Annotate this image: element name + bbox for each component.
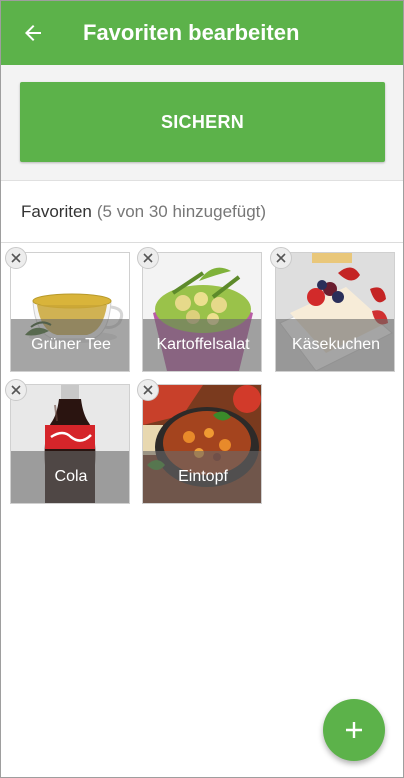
tile-caption: Eintopf (143, 451, 261, 503)
remove-button[interactable] (270, 247, 292, 269)
close-icon (143, 385, 153, 395)
page-title: Favoriten bearbeiten (83, 20, 300, 45)
favorite-tile-kaesekuchen[interactable]: Käsekuchen (275, 252, 395, 372)
close-icon (143, 253, 153, 263)
close-icon (276, 253, 286, 263)
favorite-tile-eintopf[interactable]: Eintopf (142, 384, 262, 504)
favorite-tile-gruener-tee[interactable]: Grüner Tee (10, 252, 130, 372)
tile-caption: Cola (11, 451, 129, 503)
arrow-left-icon (25, 25, 41, 41)
back-button[interactable] (1, 1, 65, 65)
remove-button[interactable] (137, 379, 159, 401)
favorites-header: Favoriten (5 von 30 hinzugefügt) (1, 181, 403, 243)
tile-caption: Grüner Tee (11, 319, 129, 371)
add-favorite-button[interactable] (323, 699, 385, 761)
plus-icon (346, 722, 362, 738)
remove-button[interactable] (137, 247, 159, 269)
app-screen: Favoriten bearbeiten SICHERN Favoriten (… (0, 0, 404, 778)
remove-button[interactable] (5, 247, 27, 269)
close-icon (11, 253, 21, 263)
app-bar: Favoriten bearbeiten (1, 1, 403, 65)
remove-button[interactable] (5, 379, 27, 401)
tile-caption: Kartoffelsalat (143, 319, 261, 371)
favorite-tile-cola[interactable]: Cola (10, 384, 130, 504)
save-area: SICHERN (1, 65, 403, 181)
favorite-tile-kartoffelsalat[interactable]: Kartoffelsalat (142, 252, 262, 372)
tile-caption: Käsekuchen (276, 319, 394, 371)
close-icon (11, 385, 21, 395)
favorites-label: Favoriten (21, 201, 92, 221)
save-button[interactable]: SICHERN (20, 82, 385, 162)
favorites-count: (5 von 30 hinzugefügt) (96, 201, 267, 221)
